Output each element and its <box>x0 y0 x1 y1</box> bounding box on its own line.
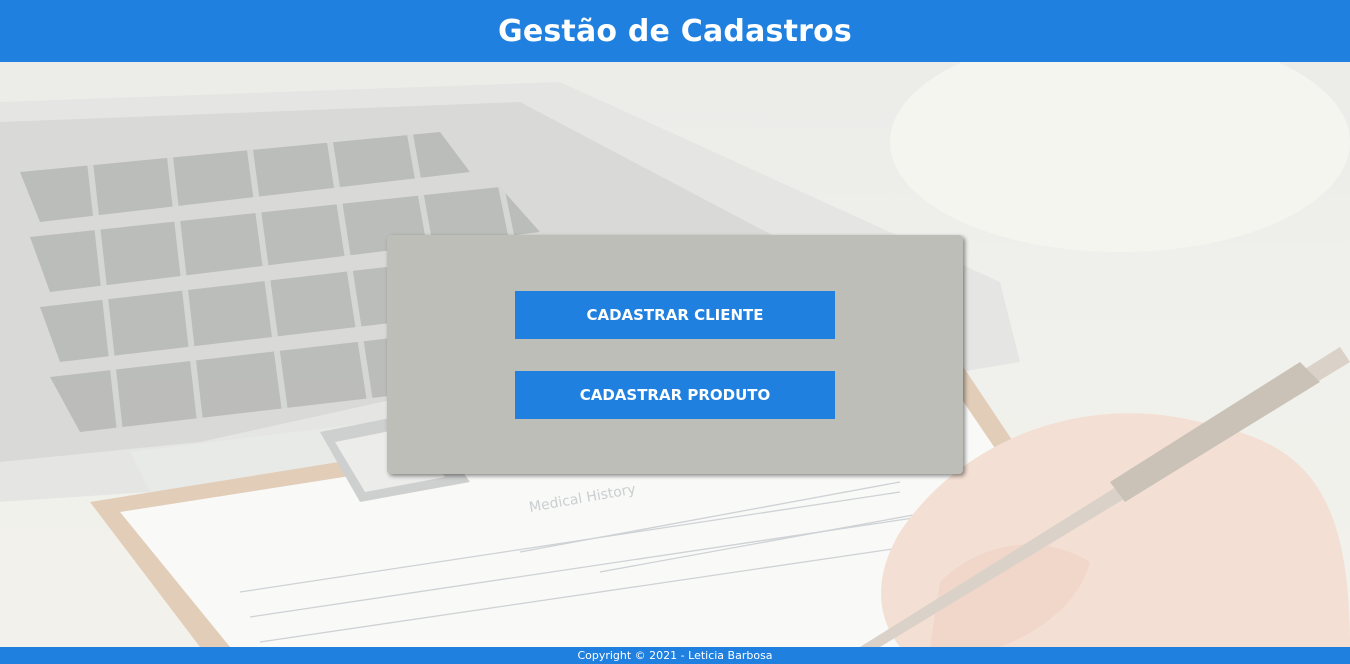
cadastrar-cliente-button[interactable]: CADASTRAR CLIENTE <box>515 291 835 339</box>
app-header: Gestão de Cadastros <box>0 0 1350 62</box>
menu-panel: CADASTRAR CLIENTE CADASTRAR PRODUTO <box>387 235 963 474</box>
copyright-text: Copyright © 2021 - Leticia Barbosa <box>577 649 773 662</box>
page-title: Gestão de Cadastros <box>498 13 852 49</box>
app-footer: Copyright © 2021 - Leticia Barbosa <box>0 647 1350 664</box>
cadastrar-produto-button[interactable]: CADASTRAR PRODUTO <box>515 371 835 419</box>
